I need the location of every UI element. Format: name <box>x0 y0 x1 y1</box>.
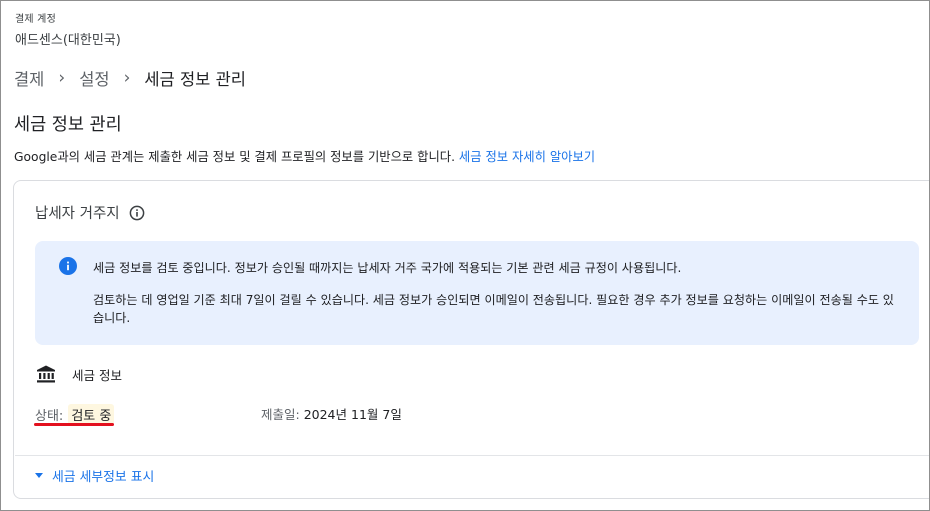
status-badge: 검토 중 <box>68 404 115 425</box>
breadcrumb-separator-icon: › <box>58 67 66 88</box>
description-text: Google과의 세금 관계는 제출한 세금 정보 및 결제 프로필의 정보를 … <box>14 150 455 164</box>
tax-info-label: 세금 정보 <box>72 367 122 383</box>
notice-text-duration: 검토하는 데 영업일 기준 최대 7일이 걸릴 수 있습니다. 세금 정보가 승… <box>93 293 894 325</box>
notice-text-review: 세금 정보를 검토 중입니다. 정보가 승인될 때까지는 납세자 거주 국가에 … <box>93 261 682 275</box>
breadcrumb-item-current: 세금 정보 관리 <box>144 70 246 89</box>
info-filled-icon <box>59 257 77 275</box>
status-highlight-underline <box>34 423 114 426</box>
tax-info-header: 세금 정보 <box>36 364 122 384</box>
review-notice: 세금 정보를 검토 중입니다. 정보가 승인될 때까지는 납세자 거주 국가에 … <box>35 241 919 345</box>
caret-down-icon <box>35 473 43 478</box>
status-label: 상태: <box>35 409 64 424</box>
page-title: 세금 정보 관리 <box>14 115 122 135</box>
status-row: 상태: 검토 중 <box>35 404 115 425</box>
bank-icon <box>36 364 56 384</box>
breadcrumb-item-settings[interactable]: 설정 <box>79 66 109 90</box>
account-name[interactable]: 애드센스(대한민국) <box>15 29 121 48</box>
info-outline-icon[interactable] <box>129 205 145 221</box>
show-tax-details-label: 세금 세부정보 표시 <box>52 470 155 485</box>
residency-title: 납세자 거주지 <box>35 206 120 222</box>
account-caption: 결제 계정 <box>15 14 56 25</box>
submitted-date: 제출일: 2024년 11월 7일 <box>261 404 402 423</box>
card-divider <box>15 455 929 456</box>
breadcrumb-item-billing[interactable]: 결제 <box>14 66 44 90</box>
show-tax-details-toggle[interactable]: 세금 세부정보 표시 <box>35 466 154 485</box>
page-description: Google과의 세금 관계는 제출한 세금 정보 및 결제 프로필의 정보를 … <box>14 147 595 165</box>
breadcrumb-separator-icon: › <box>123 67 131 88</box>
residency-heading: 납세자 거주지 <box>35 202 145 223</box>
submitted-value: 2024년 11월 7일 <box>303 407 402 422</box>
app-window: 결제 계정 애드센스(대한민국) 결제 › 설정 › 세금 정보 관리 세금 정… <box>0 0 930 511</box>
breadcrumb: 결제 › 설정 › 세금 정보 관리 <box>14 67 246 89</box>
learn-more-link[interactable]: 세금 정보 자세히 알아보기 <box>459 150 595 164</box>
submitted-label: 제출일: <box>261 407 300 422</box>
